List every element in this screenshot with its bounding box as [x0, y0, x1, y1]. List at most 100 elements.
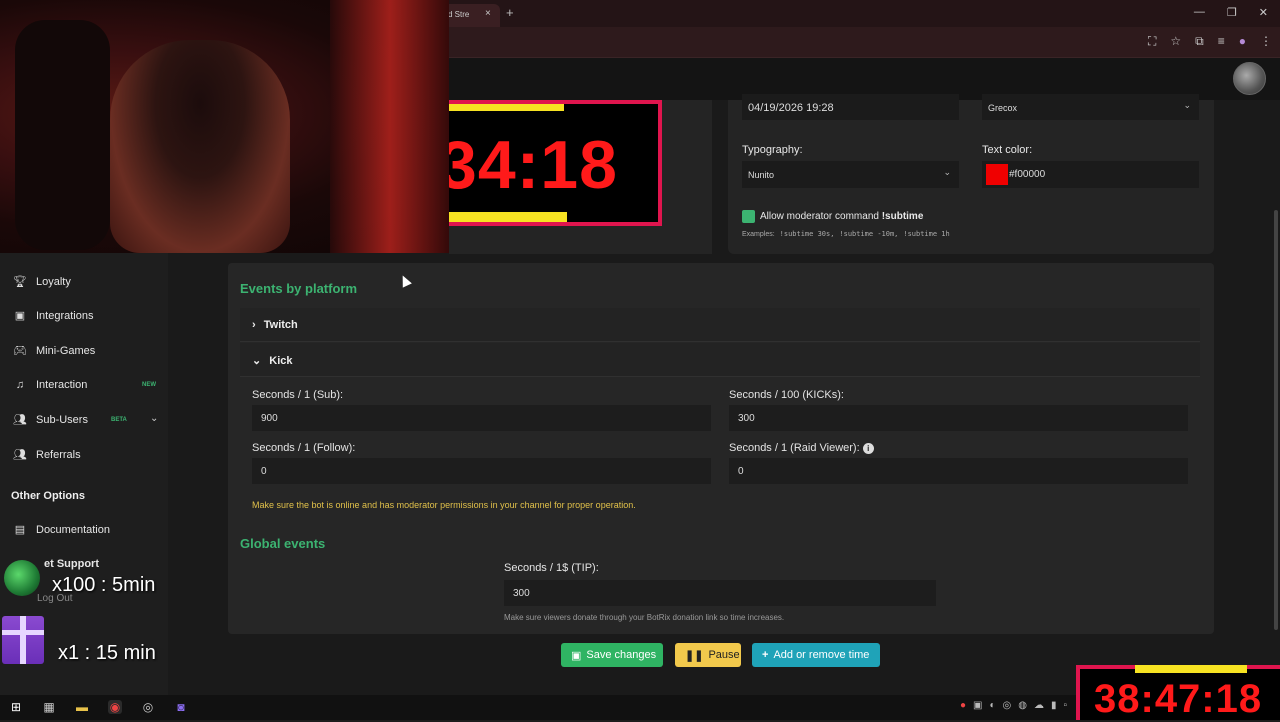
chrome-icon[interactable]: ◉ [108, 700, 122, 714]
tray-icon[interactable]: ▫ [1064, 700, 1068, 711]
sidebar-item-label: Mini-Games [36, 344, 96, 357]
timer-preview: 34:18 [439, 100, 662, 226]
terminal-icon[interactable]: ▦ [42, 700, 56, 714]
system-tray: ● ▣ ◐ ◎ ◍ ☁ ▮ ▫ [960, 700, 1067, 711]
chevron-down-icon[interactable]: ⌄ [150, 413, 158, 424]
chevron-right-icon: › [252, 319, 256, 331]
kicks-seconds-label: Seconds / 100 (KICKs): [729, 389, 844, 401]
music-icon: ♫ [15, 379, 25, 391]
end-date-input[interactable]: 04/19/2026 19:28 [742, 94, 959, 120]
kicks-seconds-input[interactable]: 300 [729, 405, 1188, 431]
scrollbar[interactable] [1272, 100, 1280, 695]
pause-button[interactable]: ❚❚ Pause [675, 643, 741, 667]
typography-label: Typography: [742, 144, 803, 156]
microphone-icon[interactable]: ▮ [1051, 700, 1057, 711]
accordion-kick-label: Kick [269, 355, 293, 367]
examples-text: Examples: !subtime 30s, !subtime -10m, !… [742, 230, 950, 238]
follow-seconds-label: Seconds / 1 (Follow): [252, 442, 356, 454]
add-remove-time-label: Add or remove time [773, 649, 870, 661]
webcam-chair [15, 20, 110, 250]
webcam-light [330, 0, 449, 253]
avatar[interactable] [1233, 62, 1266, 95]
tray-icon[interactable]: ◎ [1003, 700, 1012, 711]
referral-icon: 👥︎ [13, 449, 27, 461]
sidebar-item-referrals[interactable]: 👥︎ Referrals [13, 448, 81, 462]
sidebar-item-label: Loyalty [36, 275, 71, 288]
moderator-checkbox[interactable] [742, 210, 755, 223]
sidebar-item-sub-users[interactable]: 👥︎ Sub-Users [13, 413, 88, 427]
sub-rate-overlay: x100 : 5min [52, 574, 156, 596]
maximize-button[interactable]: ❐ [1227, 6, 1237, 19]
sidebar-item-mini-games[interactable]: 🎮︎ Mini-Games [13, 344, 96, 358]
tab-close-icon[interactable]: × [485, 8, 491, 19]
kick-warning-text: Make sure the bot is online and has mode… [252, 500, 636, 510]
sidebar-item-label: Interaction [36, 379, 88, 391]
tray-icon[interactable]: ▣ [973, 700, 982, 711]
document-icon: ▤ [14, 524, 26, 536]
gift-icon [2, 616, 44, 664]
sidebar-item-support[interactable]: et Support [44, 558, 99, 570]
mic-icon[interactable]: ● [960, 700, 966, 711]
app-icon[interactable]: ◎ [141, 700, 155, 714]
webcam-person [110, 40, 290, 253]
events-title: Events by platform [240, 281, 358, 296]
text-color-value: #f00000 [1009, 169, 1046, 180]
tab-title: d Stre [448, 10, 470, 19]
browser-tab[interactable]: d Stre × [440, 4, 500, 27]
minimize-button[interactable]: — [1194, 6, 1205, 19]
clover-icon [4, 560, 40, 596]
window-controls: — ❐ ✕ [1194, 6, 1268, 19]
style-select-value: Grecox [988, 103, 1018, 113]
color-swatch[interactable] [986, 164, 1008, 185]
extensions-icon[interactable]: ⧉ [1195, 34, 1204, 49]
typography-select[interactable]: Nunito ⌄ [742, 161, 959, 188]
sidebar-item-loyalty[interactable]: 🏆︎ Loyalty [13, 275, 71, 289]
profile-icon[interactable]: ● [1239, 34, 1246, 49]
discord-icon[interactable]: ◙ [174, 700, 188, 714]
raid-seconds-input[interactable]: 0 [729, 458, 1188, 484]
sidebar-item-interaction[interactable]: ♫ Interaction [13, 379, 88, 391]
browser-toolbar-icons: ⛶ ☆ ⧉ ≡ ● ⋮ [1148, 34, 1272, 49]
follow-seconds-input[interactable]: 0 [252, 458, 711, 484]
folder-icon[interactable]: ▬ [75, 700, 89, 714]
tray-icon[interactable]: ☁ [1034, 700, 1044, 711]
info-icon[interactable]: i [862, 443, 874, 454]
sidebar-item-integrations[interactable]: ▣ Integrations [13, 309, 94, 323]
new-badge: NEW [142, 382, 156, 388]
sidebar-item-label: Documentation [36, 523, 110, 536]
style-select[interactable]: Grecox ⌄ [982, 94, 1199, 120]
tip-hint-text: Make sure viewers donate through your Bo… [504, 613, 785, 622]
accordion-twitch[interactable]: › Twitch [240, 308, 1200, 342]
chevron-down-icon: ⌄ [943, 167, 951, 177]
new-tab-button[interactable]: + [506, 5, 514, 20]
add-remove-time-button[interactable]: + Add or remove time [752, 643, 880, 667]
scrollbar-thumb[interactable] [1274, 210, 1278, 630]
pause-button-label: Pause [708, 649, 740, 661]
windows-start-icon[interactable]: ⊞ [9, 700, 23, 714]
sidebar-item-documentation[interactable]: ▤ Documentation [13, 523, 110, 537]
timer-preview-top-bar [449, 104, 564, 111]
sidebar-item-label: et Support [44, 558, 99, 570]
save-button-label: Save changes [586, 649, 657, 661]
tray-icon[interactable]: ◍ [1018, 700, 1027, 711]
text-color-input[interactable]: #f00000 [982, 161, 1199, 188]
bookmark-star-icon[interactable]: ☆ [1170, 34, 1181, 49]
stream-timer-text: 38:47:18 [1094, 677, 1263, 721]
sub-seconds-label: Seconds / 1 (Sub): [252, 389, 344, 401]
accordion-kick[interactable]: ⌄ Kick [240, 343, 1200, 377]
save-icon: ▣ [571, 649, 582, 662]
beta-badge: BETA [111, 417, 127, 423]
chevron-down-icon: ⌄ [1183, 100, 1191, 110]
tray-icon[interactable]: ◐ [990, 700, 996, 711]
accordion-twitch-label: Twitch [263, 319, 298, 331]
translate-icon[interactable]: ⛶ [1148, 34, 1156, 49]
tip-seconds-input[interactable]: 300 [504, 580, 936, 606]
browser-menu-icon[interactable]: ⋮ [1260, 34, 1272, 49]
close-window-button[interactable]: ✕ [1259, 6, 1268, 19]
sub-seconds-input[interactable]: 900 [252, 405, 711, 431]
reading-list-icon[interactable]: ≡ [1218, 34, 1225, 49]
global-events-title: Global events [240, 536, 326, 551]
trophy-icon: 🏆︎ [13, 276, 27, 288]
chevron-down-icon: ⌄ [252, 355, 262, 367]
save-button[interactable]: ▣ Save changes [561, 643, 663, 667]
